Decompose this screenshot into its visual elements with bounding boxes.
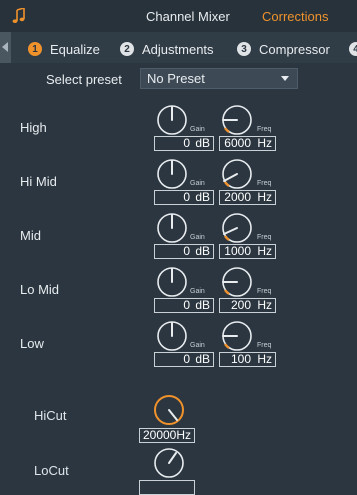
gain-caption: Gain [190,234,205,241]
freq-value-field[interactable]: 2000 Hz [219,190,276,205]
step-number-badge: 1 [28,42,42,56]
freq-value-field[interactable]: 100 Hz [219,352,276,367]
freq-unit: Hz [257,244,272,258]
gain-value-field[interactable]: 0 dB [154,352,214,367]
chevron-left-icon [2,42,8,52]
locut-value-field[interactable] [139,480,195,495]
band-label: Hi Mid [20,174,57,189]
tab-corrections[interactable]: Corrections [262,9,328,24]
gain-knob[interactable] [156,158,188,190]
hicut-value-field[interactable]: 20000Hz [139,428,195,443]
freq-value: 200 [230,298,251,312]
freq-value: 100 [230,352,251,366]
preset-dropdown[interactable]: No Preset [140,68,298,89]
freq-knob[interactable] [221,320,253,352]
locut-label: LoCut [34,463,69,478]
freq-knob[interactable] [221,266,253,298]
freq-value: 6000 [224,136,251,150]
freq-caption: Freq [257,288,272,295]
gain-knob[interactable] [156,104,188,136]
gain-knob[interactable] [156,266,188,298]
freq-unit: Hz [257,136,272,150]
freq-value-field[interactable]: 1000 Hz [219,244,276,259]
gain-value-field[interactable]: 0 dB [154,298,214,313]
freq-caption: Freq [257,180,272,187]
gain-value: 0 [183,190,190,204]
gain-value: 0 [183,244,190,258]
gain-caption: Gain [190,342,205,349]
freq-unit: Hz [257,298,272,312]
subtab-label: Equalize [50,41,100,57]
freq-value: 1000 [224,244,251,258]
subtab-4[interactable]: 4 [349,40,357,58]
hicut-knob[interactable] [153,394,185,426]
freq-knob[interactable] [221,104,253,136]
gain-caption: Gain [190,180,205,187]
freq-caption: Freq [257,234,272,241]
dropdown-arrow-icon [281,76,289,81]
freq-caption: Freq [257,342,272,349]
step-number-badge: 4 [349,42,357,56]
select-preset-label: Select preset [46,72,122,87]
gain-knob[interactable] [156,212,188,244]
step-number-badge: 2 [120,42,134,56]
gain-value-field[interactable]: 0 dB [154,136,214,151]
gain-value: 0 [183,352,190,366]
freq-caption: Freq [257,126,272,133]
gain-unit: dB [195,136,210,150]
gain-value: 0 [183,136,190,150]
subtab-compressor[interactable]: 3 Compressor [237,40,330,58]
scroll-left-button[interactable] [0,32,11,63]
preset-value: No Preset [147,71,205,86]
gain-knob[interactable] [156,320,188,352]
music-note-icon [12,8,25,23]
gain-unit: dB [195,298,210,312]
freq-value: 2000 [224,190,251,204]
gain-unit: dB [195,190,210,204]
band-label: Lo Mid [20,282,60,297]
freq-unit: Hz [257,352,272,366]
freq-value-field[interactable]: 200 Hz [219,298,276,313]
gain-unit: dB [195,244,210,258]
subtab-label: Compressor [259,41,330,57]
gain-value: 0 [183,298,190,312]
freq-knob[interactable] [221,212,253,244]
locut-knob[interactable] [153,447,185,479]
freq-unit: Hz [257,190,272,204]
gain-value-field[interactable]: 0 dB [154,190,214,205]
gain-value-field[interactable]: 0 dB [154,244,214,259]
band-label: Mid [20,228,41,243]
freq-value-field[interactable]: 6000 Hz [219,136,276,151]
subtab-adjustments[interactable]: 2 Adjustments [120,40,214,58]
band-label: High [20,120,47,135]
gain-caption: Gain [190,288,205,295]
subtab-equalize[interactable]: 1 Equalize [28,40,100,58]
hicut-label: HiCut [34,408,67,423]
tab-channel-mixer[interactable]: Channel Mixer [146,9,230,24]
gain-caption: Gain [190,126,205,133]
freq-knob[interactable] [221,158,253,190]
step-number-badge: 3 [237,42,251,56]
subtab-label: Adjustments [142,41,214,57]
band-label: Low [20,336,44,351]
gain-unit: dB [195,352,210,366]
